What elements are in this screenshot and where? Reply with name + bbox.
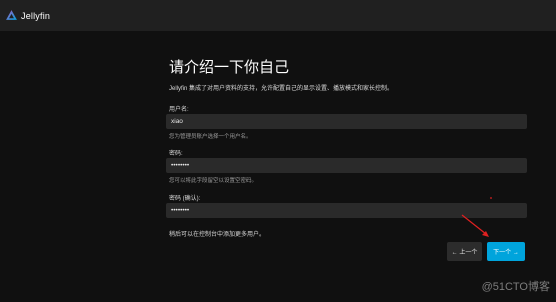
setup-wizard-window: Jellyfin 请介绍一下你自己 Jellyfin 集成了对用户资料的支持，允…	[0, 0, 556, 302]
red-arrow-annotation	[461, 197, 492, 237]
watermark: @51CTO博客	[481, 281, 550, 293]
